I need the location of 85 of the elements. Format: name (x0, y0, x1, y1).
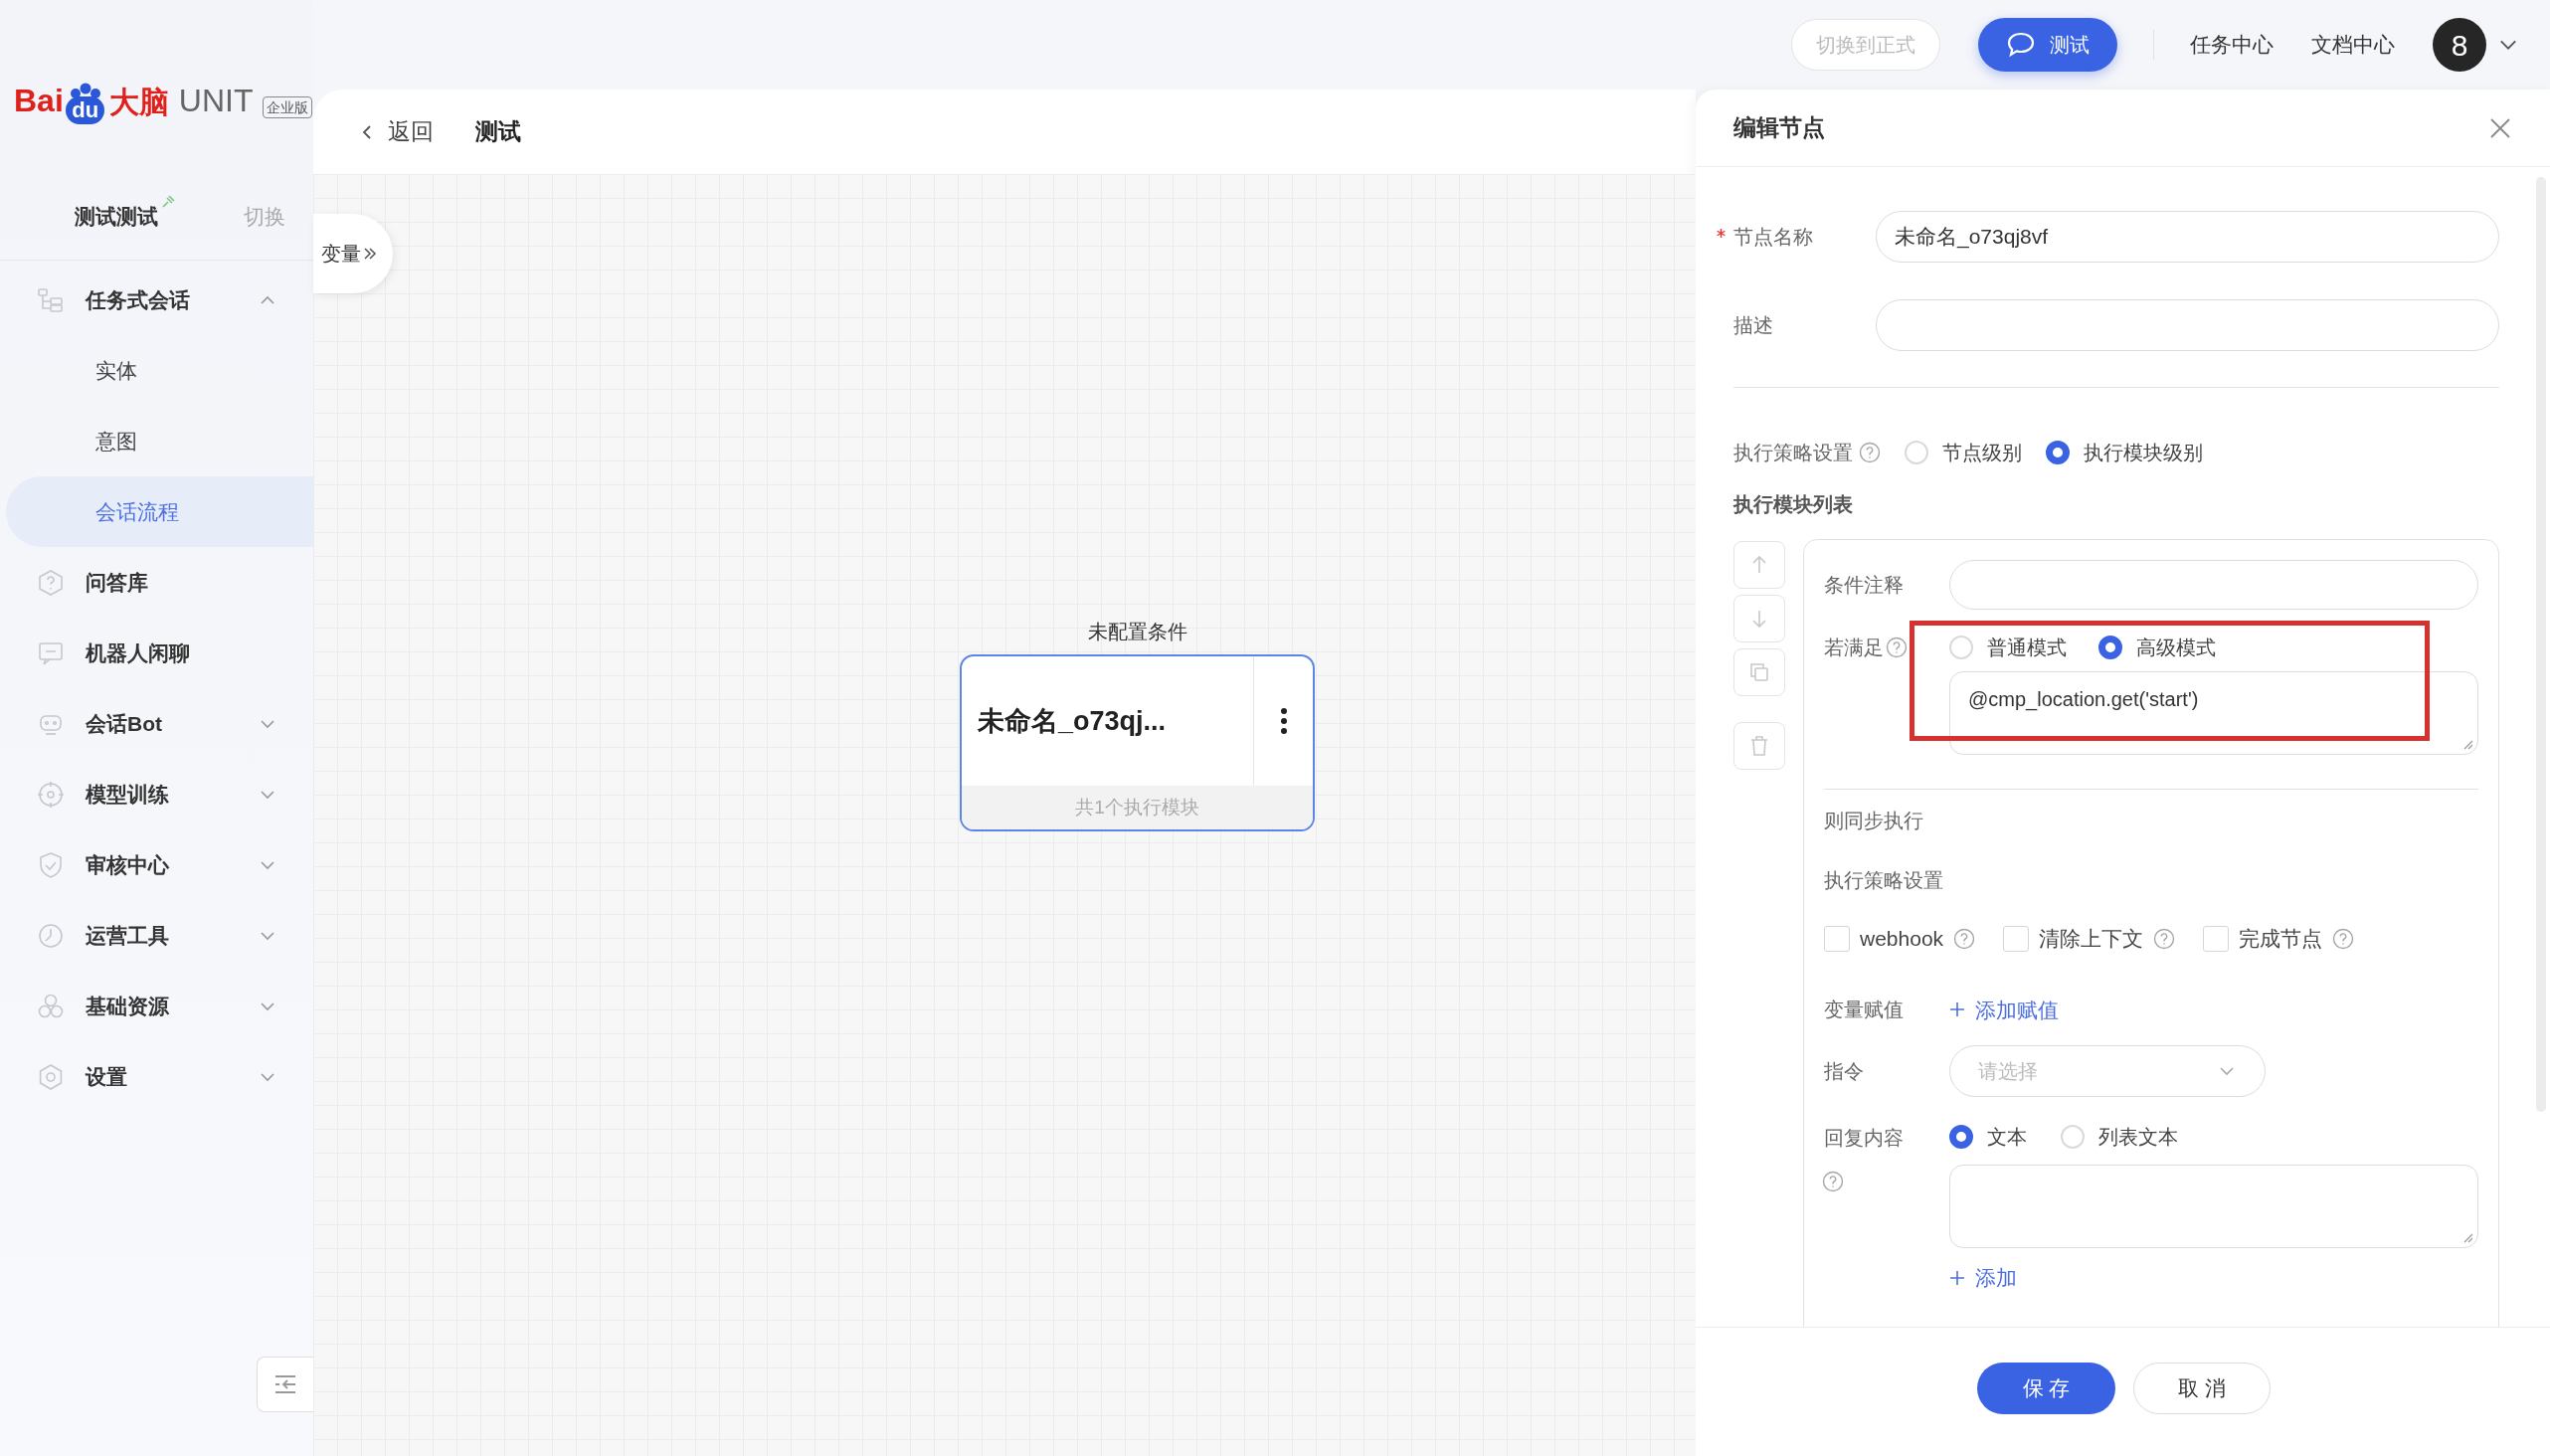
radio-label[interactable]: 列表文本 (2098, 1122, 2178, 1152)
page-title: 测试 (475, 117, 521, 147)
radio-button[interactable] (1949, 1125, 1973, 1149)
menu-item[interactable]: 机器人闲聊 (0, 618, 313, 688)
form-label: 指令 (1824, 1060, 1864, 1082)
checkbox-label[interactable]: 完成节点 (2239, 923, 2323, 955)
more-icon (1279, 707, 1288, 735)
radio-button[interactable] (2098, 636, 2122, 659)
arrow-up-button[interactable] (1733, 541, 1785, 589)
logo-text: Bai (14, 82, 64, 120)
chat-bubble-icon (2006, 31, 2036, 59)
help-icon[interactable] (2153, 927, 2176, 950)
double-chevron-icon (363, 247, 377, 261)
checkbox[interactable] (2003, 925, 2030, 952)
help-icon[interactable] (1859, 442, 1881, 463)
logo-text: du (66, 96, 105, 124)
top-link[interactable]: 任务中心 (2190, 29, 2274, 61)
submenu-item[interactable]: 实体 (6, 335, 313, 406)
flow-node[interactable]: 未命名_o73qj... 共1个执行模块 (960, 654, 1315, 831)
close-icon[interactable] (2488, 115, 2512, 140)
add-assignment-link[interactable]: 添加赋值 (1949, 994, 2059, 1025)
menu-item[interactable]: 基础资源 (0, 971, 313, 1041)
logo-text: UNIT (178, 82, 254, 120)
form-label: 则同步执行 (1824, 810, 1923, 831)
test-button[interactable]: 测试 (1978, 18, 2117, 72)
copy-button[interactable] (1733, 648, 1785, 696)
node-name: 未命名_o73qj... (977, 704, 1168, 738)
checkbox-label[interactable]: webhook (1860, 923, 1944, 955)
help-icon[interactable] (2332, 927, 2355, 950)
project-name: 测试测试 (75, 204, 158, 231)
radio-button[interactable] (2046, 441, 2070, 464)
add-link[interactable]: 添加 (1949, 1262, 2017, 1294)
radio-label[interactable]: 普通模式 (1987, 633, 2067, 662)
expression-textarea[interactable]: @cmp_location.get('start') (1949, 671, 2478, 755)
edition-badge: 企业版 (263, 96, 313, 118)
form-label: 变量赋值 (1824, 999, 1904, 1021)
menu-item[interactable]: 运营工具 (0, 900, 313, 971)
collapse-button[interactable] (257, 1357, 313, 1412)
node-condition: 未配置条件 (1087, 620, 1187, 644)
form-label: 执行策略设置 (1824, 869, 1943, 891)
trash-button[interactable] (1733, 722, 1785, 770)
submenu-item[interactable]: 会话流程 (6, 476, 313, 547)
submenu-item[interactable]: 意图 (6, 406, 313, 476)
radio-label[interactable]: 执行模块级别 (2084, 438, 2203, 467)
avatar[interactable]: 8 (2433, 18, 2486, 72)
top-link[interactable]: 文档中心 (2311, 29, 2395, 61)
menu-item[interactable]: 问答库 (0, 547, 313, 618)
variables-tab[interactable]: 变量 (313, 214, 393, 293)
radio-label[interactable]: 高级模式 (2136, 633, 2216, 662)
text-input[interactable] (1949, 560, 2478, 610)
radio-label[interactable]: 文本 (1987, 1122, 2027, 1152)
logo-text: 大脑 (108, 85, 169, 120)
form-label: 条件注释 (1824, 574, 1904, 596)
form-label: 描述 (1733, 314, 1773, 336)
radio-label[interactable]: 节点级别 (1942, 438, 2022, 467)
menu-item[interactable]: 审核中心 (0, 829, 313, 900)
help-icon[interactable] (1953, 927, 1976, 950)
form-label: 节点名称 (1733, 226, 1813, 248)
copy-icon (1747, 660, 1771, 684)
section-title: 执行模块列表 (1733, 493, 1853, 515)
save-button[interactable]: 保 存 (1977, 1362, 2115, 1414)
checkbox-label[interactable]: 清除上下文 (2039, 923, 2144, 955)
resize-handle-icon[interactable] (2461, 738, 2473, 750)
reply-textarea[interactable] (1949, 1165, 2478, 1248)
arrow-down-button[interactable] (1733, 595, 1785, 642)
question-icon (36, 567, 66, 598)
help-icon[interactable] (1886, 637, 1908, 658)
node-footer: 共1个执行模块 (1075, 793, 1199, 822)
checkbox[interactable] (2203, 925, 2230, 952)
help-icon[interactable] (1822, 1171, 1844, 1192)
plus-icon (1949, 1001, 1965, 1018)
form-label: 若满足 (1824, 636, 1884, 660)
back-link[interactable]: 返回 (358, 114, 434, 149)
menu-item[interactable]: 会话Bot (0, 688, 313, 759)
menu-item[interactable]: 设置 (0, 1041, 313, 1112)
plus-icon (1949, 1269, 1965, 1286)
checkbox[interactable] (1824, 925, 1850, 952)
target-icon (36, 779, 66, 810)
form-label: 执行策略设置 (1733, 441, 1853, 465)
resize-handle-icon[interactable] (2461, 1231, 2473, 1243)
panel-title: 编辑节点 (1733, 113, 1825, 143)
cancel-button[interactable]: 取 消 (2133, 1362, 2271, 1414)
menu-item[interactable]: 任务式会话 (0, 265, 313, 335)
form-label: 回复内容 (1824, 1126, 1905, 1151)
menu-item[interactable]: 模型训练 (0, 759, 313, 829)
